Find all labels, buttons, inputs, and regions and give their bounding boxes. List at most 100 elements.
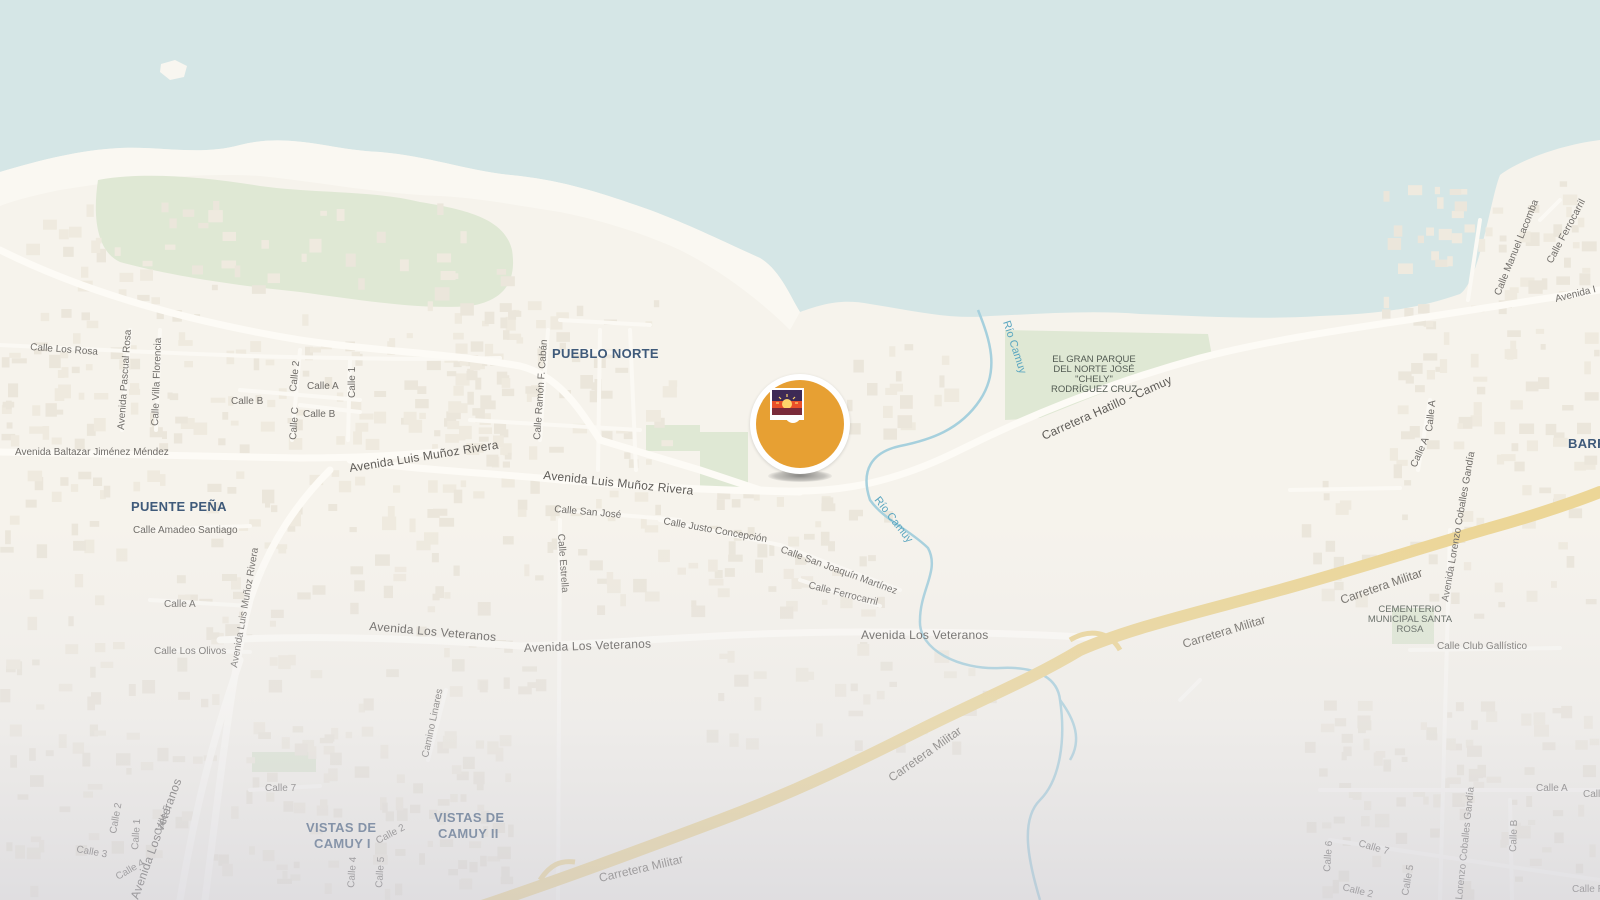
building-block	[395, 797, 404, 811]
building-block	[1434, 186, 1440, 195]
building-block	[1464, 224, 1475, 233]
building-block	[252, 777, 260, 788]
building-block	[1526, 590, 1538, 602]
building-block	[1383, 296, 1390, 309]
building-block	[677, 567, 686, 575]
building-block	[142, 680, 156, 694]
building-block	[1375, 751, 1386, 758]
building-block	[449, 686, 463, 697]
building-block	[87, 426, 94, 432]
building-block	[708, 578, 724, 586]
map-marker-photo-location[interactable]	[742, 366, 858, 482]
building-block	[427, 301, 433, 312]
building-block	[453, 332, 464, 340]
building-block	[1524, 767, 1535, 775]
label-cementerio-3: ROSA	[1397, 624, 1425, 635]
building-block	[94, 393, 109, 400]
building-block	[184, 361, 193, 368]
building-block	[646, 410, 661, 422]
building-block	[1387, 238, 1402, 250]
building-block	[63, 246, 74, 257]
building-block	[58, 384, 71, 399]
building-block	[1577, 422, 1591, 435]
building-block	[43, 219, 57, 230]
building-block	[95, 595, 105, 606]
building-block	[1402, 514, 1408, 521]
building-block	[270, 609, 284, 618]
building-block	[309, 238, 322, 253]
building-block	[354, 580, 365, 592]
building-block	[27, 470, 43, 482]
building-block	[795, 667, 809, 682]
building-block	[1339, 500, 1352, 510]
building-block	[384, 888, 391, 900]
map-view[interactable]: PUEBLO NORTE PUENTE PEÑA VISTAS DE CAMUY…	[0, 0, 1600, 900]
building-block	[1594, 349, 1600, 357]
building-block	[462, 756, 475, 769]
building-block	[495, 747, 504, 762]
building-block	[73, 540, 86, 551]
building-block	[1551, 581, 1557, 588]
building-block	[500, 317, 508, 329]
building-block	[269, 657, 278, 666]
building-block	[1393, 225, 1403, 237]
building-block	[350, 566, 364, 575]
label-calle-a-north: Calle A	[307, 381, 339, 392]
building-block	[1533, 712, 1546, 725]
building-block	[249, 846, 255, 855]
building-block	[473, 491, 485, 499]
building-block	[1575, 863, 1584, 874]
label-calle-club-gallistico: Calle Club Gallístico	[1437, 641, 1527, 652]
building-block	[302, 370, 310, 377]
building-block	[324, 883, 332, 894]
building-block	[382, 802, 388, 813]
building-block	[82, 752, 91, 767]
building-block	[1542, 847, 1552, 853]
building-block	[26, 847, 41, 860]
building-block	[850, 683, 858, 692]
label-calle-4-vistas: Calle 4	[346, 856, 359, 888]
building-block	[283, 801, 294, 812]
building-block	[517, 499, 528, 511]
building-block	[226, 350, 235, 365]
building-block	[469, 861, 478, 873]
building-block	[193, 756, 203, 764]
building-block	[644, 591, 660, 602]
building-block	[210, 397, 226, 403]
building-block	[1320, 723, 1335, 733]
building-block	[500, 276, 515, 287]
building-block	[1382, 309, 1391, 319]
building-block	[251, 285, 266, 294]
building-block	[100, 661, 114, 668]
building-block	[460, 303, 474, 316]
building-block	[193, 422, 208, 435]
building-block	[849, 509, 863, 517]
building-block	[222, 231, 236, 241]
building-block	[821, 497, 834, 508]
building-block	[1585, 599, 1597, 605]
building-block	[451, 765, 462, 775]
building-block	[646, 459, 652, 465]
building-block	[440, 271, 456, 281]
building-block	[267, 772, 278, 782]
building-block	[445, 434, 459, 443]
building-block	[1322, 822, 1332, 829]
building-block	[1526, 796, 1533, 807]
building-block	[668, 380, 678, 387]
building-block	[522, 666, 537, 672]
building-block	[385, 811, 394, 822]
building-block	[615, 367, 629, 373]
building-block	[499, 303, 512, 312]
building-block	[437, 799, 450, 806]
building-block	[178, 332, 186, 344]
building-block	[73, 333, 81, 344]
building-block	[103, 485, 111, 498]
building-block	[49, 354, 61, 369]
building-block	[5, 400, 12, 410]
building-block	[374, 391, 387, 397]
building-block	[1397, 405, 1409, 415]
building-block	[1404, 480, 1412, 486]
building-block	[40, 312, 50, 322]
building-block	[393, 485, 401, 493]
building-block	[499, 735, 512, 747]
